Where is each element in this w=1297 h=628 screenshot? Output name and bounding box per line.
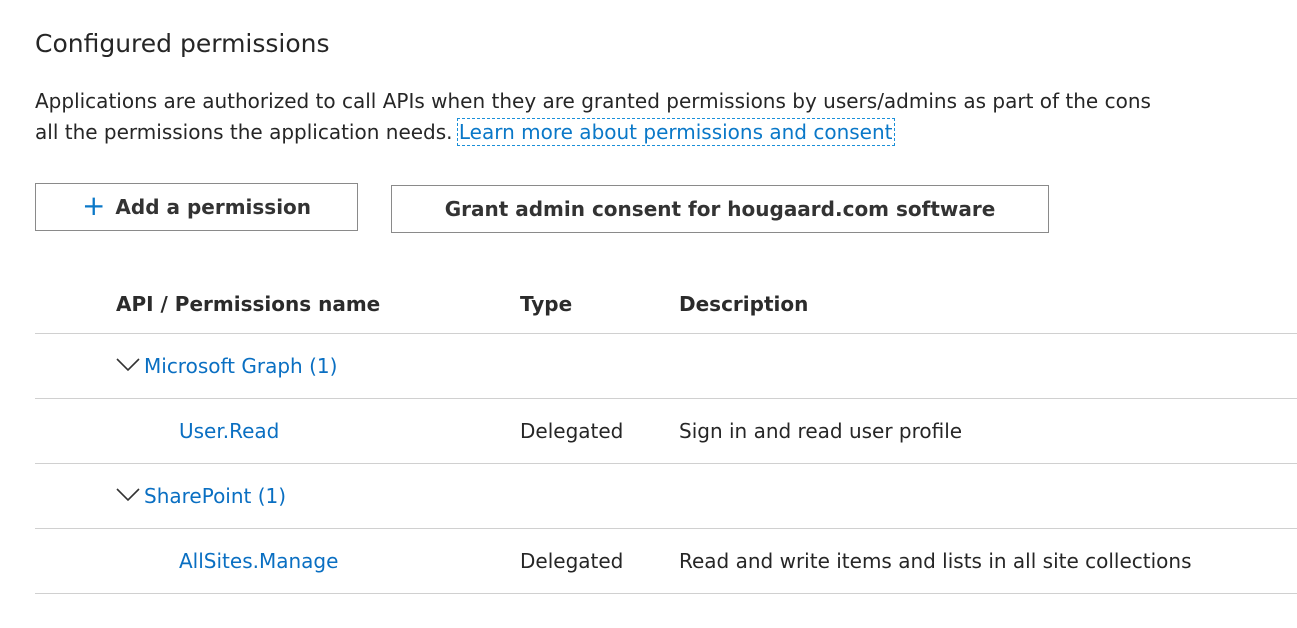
group-label-microsoft-graph[interactable]: Microsoft Graph (1) [144,354,337,378]
column-header-name: API / Permissions name [116,291,381,316]
permissions-toolbar: + Add a permission Grant admin consent f… [35,183,1297,235]
intro-line-1: Applications are authorized to call APIs… [35,89,1151,113]
intro-line-2: all the permissions the application need… [35,117,1297,148]
column-header-type: Type [520,291,573,316]
group-toggle-sharepoint[interactable]: SharePoint (1) [116,484,286,508]
chevron-down-icon [116,488,140,502]
group-row-microsoft-graph: Microsoft Graph (1) [35,334,1297,399]
learn-more-link[interactable]: Learn more about permissions and consent [456,118,895,146]
add-permission-button[interactable]: + Add a permission [35,183,358,231]
intro-text: Applications are authorized to call APIs… [35,86,1297,148]
page-title: Configured permissions [35,29,330,58]
permissions-table: API / Permissions name Type Description … [35,274,1297,594]
add-permission-label: Add a permission [115,195,312,219]
table-header-row: API / Permissions name Type Description [35,274,1297,334]
intro-line-2-text: all the permissions the application need… [35,120,459,144]
permission-link-allsites-manage[interactable]: AllSites.Manage [179,549,338,573]
table-row: AllSites.Manage Delegated Read and write… [35,529,1297,594]
configured-permissions-section: Configured permissions Applications are … [35,24,1297,594]
grant-admin-consent-label: Grant admin consent for hougaard.com sof… [444,197,996,221]
permission-description: Sign in and read user profile [679,419,963,443]
chevron-down-icon [116,358,140,372]
group-label-sharepoint[interactable]: SharePoint (1) [144,484,286,508]
permission-link-user-read[interactable]: User.Read [179,419,279,443]
table-row: User.Read Delegated Sign in and read use… [35,399,1297,464]
group-toggle-microsoft-graph[interactable]: Microsoft Graph (1) [116,354,337,378]
grant-admin-consent-button[interactable]: Grant admin consent for hougaard.com sof… [391,185,1049,233]
permission-type: Delegated [520,549,624,573]
column-header-description: Description [679,291,809,316]
permission-type: Delegated [520,419,624,443]
permission-description: Read and write items and lists in all si… [679,549,1192,573]
group-row-sharepoint: SharePoint (1) [35,464,1297,529]
plus-icon: + [81,189,106,222]
